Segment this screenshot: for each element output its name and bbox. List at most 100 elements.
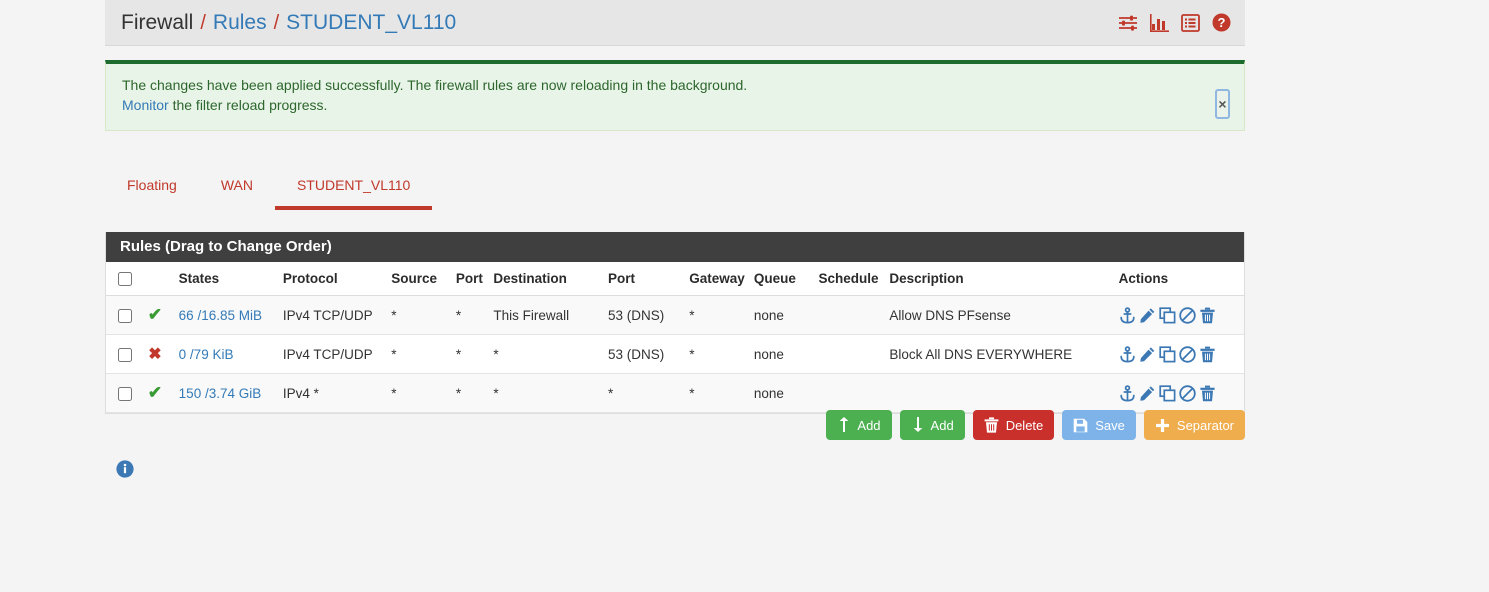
alert-message-rest: the filter reload progress.	[168, 97, 328, 113]
row-source-cell: *	[385, 334, 450, 375]
plus-icon	[1155, 418, 1170, 433]
bar-chart-icon[interactable]	[1150, 13, 1169, 32]
row-action-group	[1119, 346, 1238, 363]
copy-icon[interactable]	[1158, 346, 1176, 363]
copy-icon[interactable]	[1158, 385, 1176, 402]
row-checkbox[interactable]	[118, 309, 132, 324]
pencil-edit-icon[interactable]	[1139, 307, 1156, 324]
row-description-cell: Block All DNS EVERYWHERE	[883, 334, 1113, 375]
header-port-source: Port	[449, 262, 488, 297]
page-header-bar: Firewall / Rules / STUDENT_VL110 ?	[105, 0, 1245, 46]
header-actions: Actions	[1112, 262, 1244, 297]
row-action-group	[1119, 307, 1238, 324]
tab-student-vl110[interactable]: STUDENT_VL110	[274, 165, 433, 210]
trash-icon	[984, 417, 999, 433]
table-row[interactable]: ✖ 0 /79 KiB IPv4 TCP/UDP * * * 53 (DNS) …	[106, 334, 1244, 375]
monitor-link[interactable]: Monitor	[122, 97, 169, 113]
row-description-cell	[883, 373, 1113, 414]
row-select-cell	[106, 373, 138, 414]
delete-rules-button[interactable]: Delete	[972, 410, 1055, 440]
disable-ban-icon[interactable]	[1178, 385, 1196, 402]
row-gateway-cell: *	[683, 334, 748, 375]
row-source-port-cell: *	[449, 334, 488, 375]
svg-text:?: ?	[1218, 15, 1226, 30]
row-actions-cell	[1112, 295, 1244, 336]
row-checkbox[interactable]	[118, 387, 132, 402]
tab-floating[interactable]: Floating	[105, 165, 199, 210]
disable-ban-icon[interactable]	[1178, 346, 1196, 363]
list-icon[interactable]	[1181, 13, 1200, 32]
states-link[interactable]: 66 /16.85 MiB	[179, 308, 262, 323]
add-rule-top-button[interactable]: Add	[826, 410, 892, 440]
pencil-edit-icon[interactable]	[1139, 346, 1156, 363]
add-separator-button[interactable]: Separator	[1143, 410, 1245, 440]
row-destination-port-cell: 53 (DNS)	[602, 334, 684, 375]
row-protocol-cell: IPv4 TCP/UDP	[276, 334, 386, 375]
block-x-icon: ✖	[148, 346, 162, 364]
sliders-icon[interactable]	[1118, 14, 1138, 32]
alert-message-line-2: Monitor the filter reload progress.	[122, 95, 1228, 115]
breadcrumb-separator-2: /	[273, 11, 280, 34]
row-schedule-cell	[812, 295, 884, 336]
row-actions-cell	[1112, 373, 1244, 414]
row-source-cell: *	[385, 295, 450, 336]
states-link[interactable]: 150 /3.74 GiB	[179, 386, 262, 401]
save-button[interactable]: Save	[1062, 410, 1136, 440]
row-protocol-cell: IPv4 *	[276, 373, 386, 414]
row-destination-port-cell: 53 (DNS)	[602, 295, 684, 336]
copy-icon[interactable]	[1158, 307, 1176, 324]
breadcrumb-link-rules[interactable]: Rules	[213, 11, 267, 35]
info-circle-icon[interactable]	[116, 460, 134, 481]
anchor-icon[interactable]	[1119, 307, 1136, 324]
row-queue-cell: none	[747, 373, 813, 414]
header-icon-group: ?	[1118, 13, 1231, 32]
row-gateway-cell: *	[683, 373, 748, 414]
row-states-cell: 150 /3.74 GiB	[172, 373, 277, 414]
row-schedule-cell	[812, 373, 884, 414]
table-row[interactable]: ✔ 150 /3.74 GiB IPv4 * * * * * * none	[106, 373, 1244, 414]
trash-delete-icon[interactable]	[1199, 385, 1216, 402]
header-status	[137, 262, 173, 297]
header-schedule: Schedule	[812, 262, 884, 297]
tab-wan[interactable]: WAN	[199, 165, 275, 210]
disable-ban-icon[interactable]	[1178, 307, 1196, 324]
row-states-cell: 0 /79 KiB	[172, 334, 277, 375]
trash-delete-icon[interactable]	[1199, 307, 1216, 324]
trash-delete-icon[interactable]	[1199, 346, 1216, 363]
select-all-checkbox[interactable]	[118, 272, 132, 287]
breadcrumb: Firewall / Rules / STUDENT_VL110	[121, 11, 456, 35]
row-status-cell: ✔	[137, 295, 173, 336]
rules-action-buttons: Add Add Delete Save Separator	[105, 410, 1245, 440]
row-destination-port-cell: *	[602, 373, 684, 414]
delete-rules-label: Delete	[1005, 417, 1044, 433]
breadcrumb-current-interface[interactable]: STUDENT_VL110	[286, 11, 456, 35]
row-status-cell: ✖	[137, 334, 173, 375]
states-link[interactable]: 0 /79 KiB	[179, 347, 234, 362]
header-select-all	[106, 262, 138, 297]
floppy-save-icon	[1073, 418, 1088, 433]
table-row[interactable]: ✔ 66 /16.85 MiB IPv4 TCP/UDP * * This Fi…	[106, 295, 1244, 336]
pencil-edit-icon[interactable]	[1139, 385, 1156, 402]
row-destination-cell: This Firewall	[487, 295, 602, 336]
anchor-icon[interactable]	[1119, 385, 1136, 402]
interface-tabs: Floating WAN STUDENT_VL110	[105, 165, 1245, 210]
row-checkbox[interactable]	[118, 348, 132, 363]
rules-table-body: ✔ 66 /16.85 MiB IPv4 TCP/UDP * * This Fi…	[106, 295, 1244, 414]
add-rule-bottom-button[interactable]: Add	[899, 410, 965, 440]
breadcrumb-root: Firewall	[121, 10, 194, 34]
firewall-rules-page: Firewall / Rules / STUDENT_VL110 ? The c…	[0, 0, 1489, 592]
pass-check-icon: ✔	[147, 305, 163, 325]
alert-close-icon[interactable]: ×	[1215, 89, 1230, 119]
help-circle-icon[interactable]: ?	[1212, 13, 1231, 32]
anchor-icon[interactable]	[1119, 346, 1136, 363]
add-rule-top-label: Add	[857, 417, 881, 433]
header-gateway: Gateway	[683, 262, 748, 297]
row-select-cell	[106, 334, 138, 375]
header-queue: Queue	[747, 262, 813, 297]
rules-panel: Rules (Drag to Change Order) States Prot…	[105, 232, 1245, 415]
row-select-cell	[106, 295, 138, 336]
header-protocol: Protocol	[276, 262, 386, 297]
header-port-destination: Port	[602, 262, 684, 297]
row-gateway-cell: *	[683, 295, 748, 336]
row-actions-cell	[1112, 334, 1244, 375]
